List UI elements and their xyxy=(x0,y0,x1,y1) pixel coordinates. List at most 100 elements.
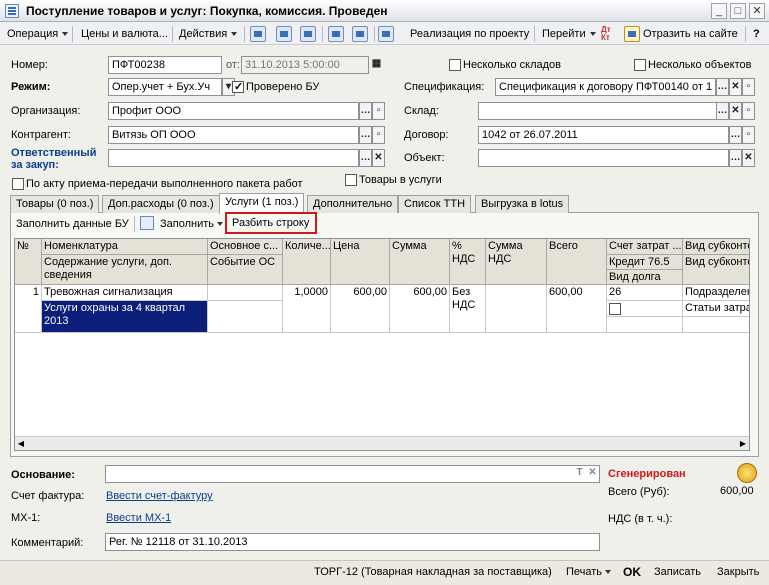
realization-button[interactable]: Реализация по проекту xyxy=(405,25,534,43)
contractor-field[interactable]: Витязь ОП ООО xyxy=(108,126,359,144)
col-subconto-2[interactable]: Вид субконто xyxy=(683,255,749,285)
cell-nomenclature[interactable]: Тревожная сигнализация xyxy=(42,285,208,301)
col-quantity[interactable]: Количе... xyxy=(283,239,331,285)
enter-invoice-link[interactable]: Ввести счет-фактуру xyxy=(106,490,213,502)
clear-icon[interactable]: ✕ xyxy=(729,78,742,96)
col-content[interactable]: Содержание услуги, доп. сведения xyxy=(42,255,208,285)
based-on-icon[interactable] xyxy=(378,26,394,42)
calendar-icon[interactable]: ▦ xyxy=(370,56,383,74)
select-icon[interactable]: … xyxy=(359,126,372,144)
select-icon[interactable]: … xyxy=(729,149,742,167)
copy-icon[interactable] xyxy=(300,26,316,42)
col-credit[interactable]: Кредит 76.5 xyxy=(607,255,683,270)
goods-services-checkbox[interactable] xyxy=(345,174,357,186)
prices-button[interactable]: Цены и валюта... xyxy=(76,25,173,43)
cell-cost-account[interactable]: 26 xyxy=(607,285,683,301)
col-total[interactable]: Всего xyxy=(547,239,607,285)
cell-vat-percent[interactable]: Без НДС xyxy=(450,285,486,333)
reflect-site-button[interactable]: Отразить на сайте xyxy=(638,25,743,43)
col-main-asset[interactable]: Основное с... xyxy=(208,239,283,255)
cell-subconto-1[interactable]: Подразделен xyxy=(683,285,749,301)
torg-12-button[interactable]: ТОРГ-12 (Товарная накладная за поставщик… xyxy=(308,562,558,582)
comment-field[interactable]: Рег. № 12118 от 31.10.2013 xyxy=(105,533,600,551)
unpost-document-icon[interactable] xyxy=(352,26,368,42)
help-icon[interactable]: ? xyxy=(748,25,765,43)
col-cost-account[interactable]: Счет затрат ... xyxy=(607,239,683,255)
open-icon[interactable]: ▫ xyxy=(742,126,755,144)
enter-mx-link[interactable]: Ввести МХ-1 xyxy=(106,512,171,524)
open-icon[interactable]: ▫ xyxy=(742,102,755,120)
date-field[interactable]: 31.10.2013 5:00:00 xyxy=(241,56,369,74)
save-button[interactable]: Записать xyxy=(648,562,707,582)
tab-additional[interactable]: Дополнительно xyxy=(307,195,399,213)
cell-debt-type[interactable] xyxy=(607,317,683,333)
cell-number[interactable]: 1 xyxy=(15,285,42,333)
operation-menu[interactable]: Операция xyxy=(2,25,73,43)
cell-content[interactable]: Услуги охраны за 4 квартал 2013 xyxy=(42,301,208,333)
spec-field[interactable]: Спецификация к договору ПФТ00140 от 1 xyxy=(495,78,716,96)
cell-subconto-3[interactable] xyxy=(683,317,749,333)
cell-event[interactable] xyxy=(208,301,283,333)
services-table[interactable]: № Номенклатура Содержание услуги, доп. с… xyxy=(14,238,750,451)
open-icon[interactable]: ▫ xyxy=(372,126,385,144)
cell-quantity[interactable]: 1,0000 xyxy=(283,285,331,333)
ok-button[interactable]: OK xyxy=(617,562,647,582)
number-field[interactable]: ПФТ00238 xyxy=(108,56,222,74)
clear-icon[interactable]: ✕ xyxy=(729,102,742,120)
select-icon[interactable]: … xyxy=(729,126,742,144)
minimize-button[interactable]: _ xyxy=(711,3,727,19)
tab-services[interactable]: Услуги (1 поз.) xyxy=(219,193,305,214)
seal-icon[interactable] xyxy=(737,463,757,483)
tab-goods[interactable]: Товары (0 поз.) xyxy=(10,195,100,213)
cell-sum[interactable]: 600,00 xyxy=(390,285,450,333)
prev-icon[interactable] xyxy=(250,26,266,42)
multi-warehouses-checkbox[interactable] xyxy=(449,59,461,71)
checked-bu-checkbox[interactable] xyxy=(232,80,244,93)
print-menu[interactable]: Печать xyxy=(560,562,617,582)
warehouse-field[interactable] xyxy=(478,102,729,120)
col-debt-type[interactable]: Вид долга xyxy=(607,270,683,285)
goto-menu[interactable]: Перейти xyxy=(537,25,601,43)
by-act-checkbox[interactable] xyxy=(12,178,24,190)
cell-vat-sum[interactable] xyxy=(486,285,547,333)
org-field[interactable]: Профит ООО xyxy=(108,102,359,120)
open-icon[interactable]: ▫ xyxy=(372,102,385,120)
scroll-right-icon[interactable]: ▶ xyxy=(737,437,749,450)
fill-menu[interactable]: Заполнить xyxy=(160,218,224,230)
row-checkbox[interactable] xyxy=(609,303,621,315)
select-icon[interactable]: … xyxy=(359,102,372,120)
search-icon[interactable]: … xyxy=(716,78,729,96)
scroll-left-icon[interactable]: ◀ xyxy=(15,437,27,450)
fill-bu-button[interactable]: Заполнить данные БУ xyxy=(16,218,129,230)
dt-kt-icon[interactable]: Дт Кт xyxy=(596,25,618,43)
cell-credit[interactable] xyxy=(607,301,683,317)
col-subconto-1[interactable]: Вид субконто xyxy=(683,239,749,255)
close-button[interactable]: Закрыть xyxy=(711,562,765,582)
col-event[interactable]: Событие ОС xyxy=(208,255,283,285)
multi-objects-checkbox[interactable] xyxy=(634,59,646,71)
horizontal-scrollbar[interactable]: ◀ ▶ xyxy=(15,436,749,450)
tab-lotus-export[interactable]: Выгрузка в lotus xyxy=(475,195,570,213)
cell-price[interactable]: 600,00 xyxy=(331,285,390,333)
object-field[interactable] xyxy=(478,149,729,167)
maximize-button[interactable]: □ xyxy=(730,3,746,19)
cell-subconto-2[interactable]: Статьи затра xyxy=(683,301,749,317)
clear-icon[interactable]: ✕ xyxy=(586,465,599,483)
basis-field[interactable] xyxy=(105,465,600,483)
col-nomenclature[interactable]: Номенклатура xyxy=(42,239,208,255)
cell-main-asset[interactable] xyxy=(208,285,283,301)
open-icon[interactable]: ▫ xyxy=(742,78,755,96)
tab-ttn-list[interactable]: Список ТТН xyxy=(398,195,472,213)
col-number[interactable]: № xyxy=(15,239,42,285)
actions-menu[interactable]: Действия xyxy=(174,25,242,43)
post-document-icon[interactable] xyxy=(328,26,344,42)
select-icon[interactable]: … xyxy=(359,149,372,167)
col-vat-sum[interactable]: Сумма НДС xyxy=(486,239,547,285)
select-icon[interactable]: … xyxy=(716,102,729,120)
cell-total[interactable]: 600,00 xyxy=(547,285,607,333)
contract-field[interactable]: 1042 от 26.07.2011 xyxy=(478,126,729,144)
col-sum[interactable]: Сумма xyxy=(390,239,450,285)
tab-extra-costs[interactable]: Доп.расходы (0 поз.) xyxy=(102,195,220,213)
refresh-icon[interactable] xyxy=(276,26,292,42)
clear-icon[interactable]: ✕ xyxy=(372,149,385,167)
